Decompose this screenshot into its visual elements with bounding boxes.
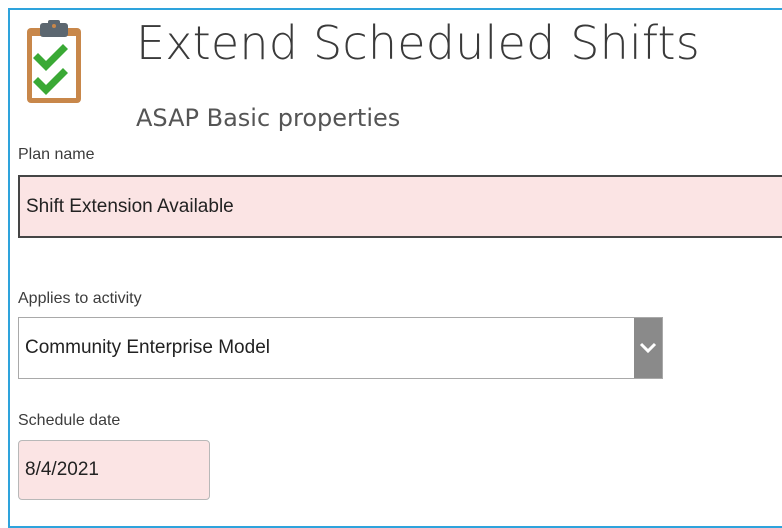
page-subtitle: ASAP Basic properties: [136, 104, 401, 132]
applies-to-activity-dropdown[interactable]: Community Enterprise Model: [18, 317, 663, 379]
plan-name-field[interactable]: Shift Extension Available: [18, 175, 782, 238]
plan-name-value: Shift Extension Available: [26, 195, 234, 217]
applies-to-activity-selected: Community Enterprise Model: [25, 337, 270, 358]
applies-to-activity-label: Applies to activity: [18, 290, 142, 307]
clipboard-checklist-icon: [26, 20, 82, 104]
chevron-down-icon[interactable]: [634, 318, 662, 378]
schedule-date-label: Schedule date: [18, 412, 121, 429]
schedule-date-field[interactable]: 8/4/2021: [18, 440, 210, 500]
schedule-date-value: 8/4/2021: [25, 459, 99, 480]
plan-name-label: Plan name: [18, 146, 95, 163]
page-title: Extend Scheduled Shifts: [136, 16, 700, 70]
